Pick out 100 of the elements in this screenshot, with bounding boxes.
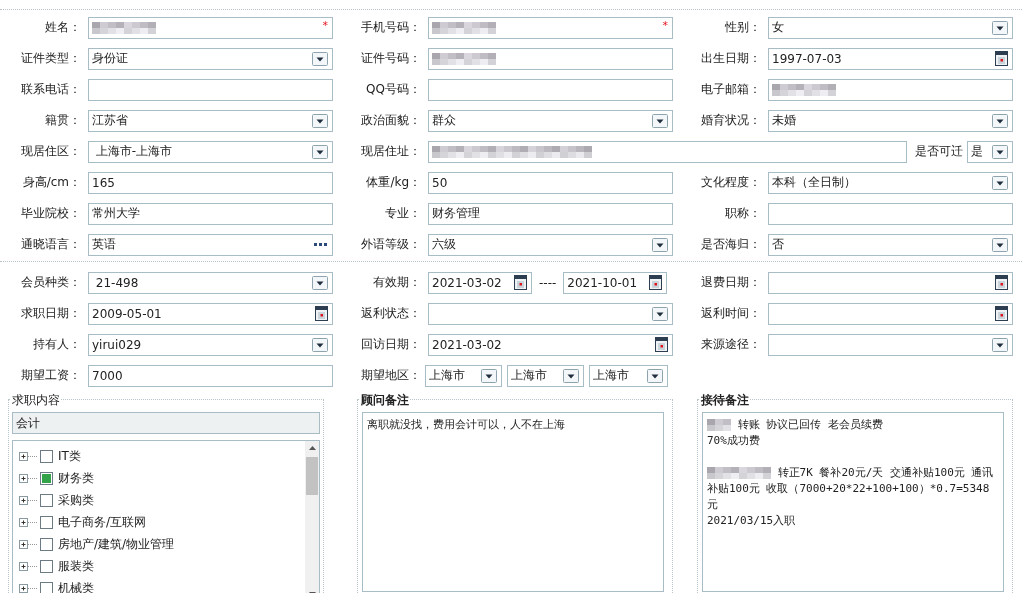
- checkbox[interactable]: [40, 581, 53, 593]
- tree-item[interactable]: 电子商务/互联网: [58, 513, 147, 531]
- tree-item[interactable]: 采购类: [58, 491, 94, 509]
- tree-item[interactable]: IT类: [58, 447, 81, 465]
- input-field[interactable]: [768, 202, 1013, 225]
- expand-icon[interactable]: [19, 450, 37, 462]
- input-field[interactable]: 财务管理: [428, 202, 673, 225]
- dropdown-icon[interactable]: [992, 113, 1008, 128]
- tree-item[interactable]: 服装类: [58, 557, 94, 575]
- select-field[interactable]: 未婚: [768, 109, 1013, 132]
- input-field[interactable]: 50: [428, 171, 673, 194]
- dropdown-icon[interactable]: [652, 237, 668, 252]
- select-field[interactable]: 21-498: [88, 271, 333, 294]
- date-field[interactable]: 2021-03-02: [428, 333, 673, 356]
- dropdown-icon[interactable]: [652, 113, 668, 128]
- select-field[interactable]: 江苏省: [88, 109, 333, 132]
- calendar-icon[interactable]: [514, 275, 527, 290]
- input-field[interactable]: *: [88, 16, 333, 39]
- tree-item[interactable]: 财务类: [58, 469, 94, 487]
- dropdown-icon[interactable]: [992, 237, 1008, 252]
- select-field[interactable]: [768, 333, 1013, 356]
- field-label: 政治面貌：: [360, 112, 422, 129]
- select-field[interactable]: 是: [967, 140, 1013, 163]
- field-label: 出生日期：: [700, 50, 762, 67]
- scroll-thumb[interactable]: [306, 457, 318, 495]
- select-field[interactable]: 否: [768, 233, 1013, 256]
- input-field[interactable]: [768, 78, 1013, 101]
- select-field[interactable]: 六级: [428, 233, 673, 256]
- dropdown-icon[interactable]: [312, 51, 328, 66]
- select-field[interactable]: [428, 302, 673, 325]
- note-text: 转正7K 餐补20元/天 交通补贴100元 通讯补贴100元 收取（7000+20*22+100+100）*0.7=5348元: [707, 466, 994, 511]
- input-field[interactable]: 165: [88, 171, 333, 194]
- dropdown-icon[interactable]: [647, 368, 663, 383]
- field-label: 文化程度：: [700, 174, 762, 191]
- required-mark: *: [322, 18, 328, 32]
- notes-textarea[interactable]: 转账 协议已回传 老会员续费 70%成功费 转正7K 餐补20元/天 交通补贴100元 通讯补贴100元 收取（7000+20*22+100+100）*0.7=5348元 2021/03/15入职: [702, 412, 1004, 592]
- calendar-icon[interactable]: [655, 337, 668, 352]
- calendar-icon[interactable]: [995, 275, 1008, 290]
- select-field[interactable]: 本科（全日制）: [768, 171, 1013, 194]
- dropdown-icon[interactable]: [563, 368, 580, 383]
- input-field[interactable]: [428, 78, 673, 101]
- dropdown-icon[interactable]: [992, 144, 1008, 159]
- calendar-icon[interactable]: [995, 306, 1008, 321]
- dropdown-icon[interactable]: [992, 175, 1008, 190]
- checkbox[interactable]: [40, 471, 53, 485]
- tree-item[interactable]: 房地产/建筑/物业管理: [58, 535, 175, 553]
- input-field[interactable]: *: [428, 16, 673, 39]
- date-field[interactable]: [768, 271, 1013, 294]
- select-field[interactable]: 上海市: [425, 364, 503, 387]
- expand-icon[interactable]: [19, 538, 37, 550]
- expand-icon[interactable]: [19, 472, 37, 484]
- select-field[interactable]: 上海市-上海市: [88, 140, 333, 163]
- checkbox[interactable]: [40, 493, 53, 507]
- note-text: 转账 协议已回传 老会员续费: [736, 418, 883, 431]
- ellipsis-icon[interactable]: [314, 242, 328, 247]
- scrollbar[interactable]: [305, 441, 319, 593]
- expand-icon[interactable]: [19, 582, 37, 593]
- lookup-field[interactable]: 英语: [88, 233, 333, 256]
- select-field[interactable]: yirui029: [88, 333, 333, 356]
- dropdown-icon[interactable]: [312, 275, 328, 290]
- input-field[interactable]: 常州大学: [88, 202, 333, 225]
- date-field[interactable]: [768, 302, 1013, 325]
- calendar-icon[interactable]: [649, 275, 663, 290]
- dropdown-icon[interactable]: [652, 306, 668, 321]
- dropdown-icon[interactable]: [312, 337, 328, 352]
- checkbox[interactable]: [40, 537, 53, 551]
- select-field[interactable]: 上海市: [589, 364, 668, 387]
- calendar-icon[interactable]: [315, 306, 328, 321]
- expand-icon[interactable]: [19, 516, 37, 528]
- field-label: 专业：: [384, 205, 422, 222]
- checkbox[interactable]: [40, 449, 53, 463]
- input-field[interactable]: 7000: [88, 364, 333, 387]
- panel-title: 接待备注: [700, 392, 750, 409]
- dropdown-icon[interactable]: [312, 144, 328, 159]
- dropdown-icon[interactable]: [992, 20, 1008, 35]
- field-label: 是否可迁: [914, 143, 964, 160]
- date-field[interactable]: 2021-03-02: [428, 271, 532, 294]
- dropdown-icon[interactable]: [312, 113, 328, 128]
- select-field[interactable]: 女: [768, 16, 1013, 39]
- notes-textarea[interactable]: 离职就没找，费用会计可以，人不在上海: [362, 412, 664, 592]
- select-field[interactable]: 身份证: [88, 47, 333, 70]
- field-label: 有效期：: [372, 274, 422, 291]
- input-field[interactable]: 会计: [12, 412, 320, 434]
- expand-icon[interactable]: [19, 560, 37, 572]
- dropdown-icon[interactable]: [481, 368, 498, 383]
- date-field[interactable]: 2009-05-01: [88, 302, 333, 325]
- checkbox[interactable]: [40, 515, 53, 529]
- select-field[interactable]: 上海市: [507, 364, 585, 387]
- checkbox[interactable]: [40, 559, 53, 573]
- date-field[interactable]: 2021-10-01: [563, 271, 668, 294]
- input-field[interactable]: [428, 47, 673, 70]
- field-label: 会员种类：: [20, 274, 82, 291]
- select-field[interactable]: 群众: [428, 109, 673, 132]
- expand-icon[interactable]: [19, 494, 37, 506]
- date-field[interactable]: 1997-07-03: [768, 47, 1013, 70]
- tree-item[interactable]: 机械类: [58, 579, 94, 593]
- input-field[interactable]: [88, 78, 333, 101]
- dropdown-icon[interactable]: [992, 337, 1008, 352]
- calendar-icon[interactable]: [995, 51, 1008, 66]
- input-field[interactable]: [428, 140, 907, 163]
